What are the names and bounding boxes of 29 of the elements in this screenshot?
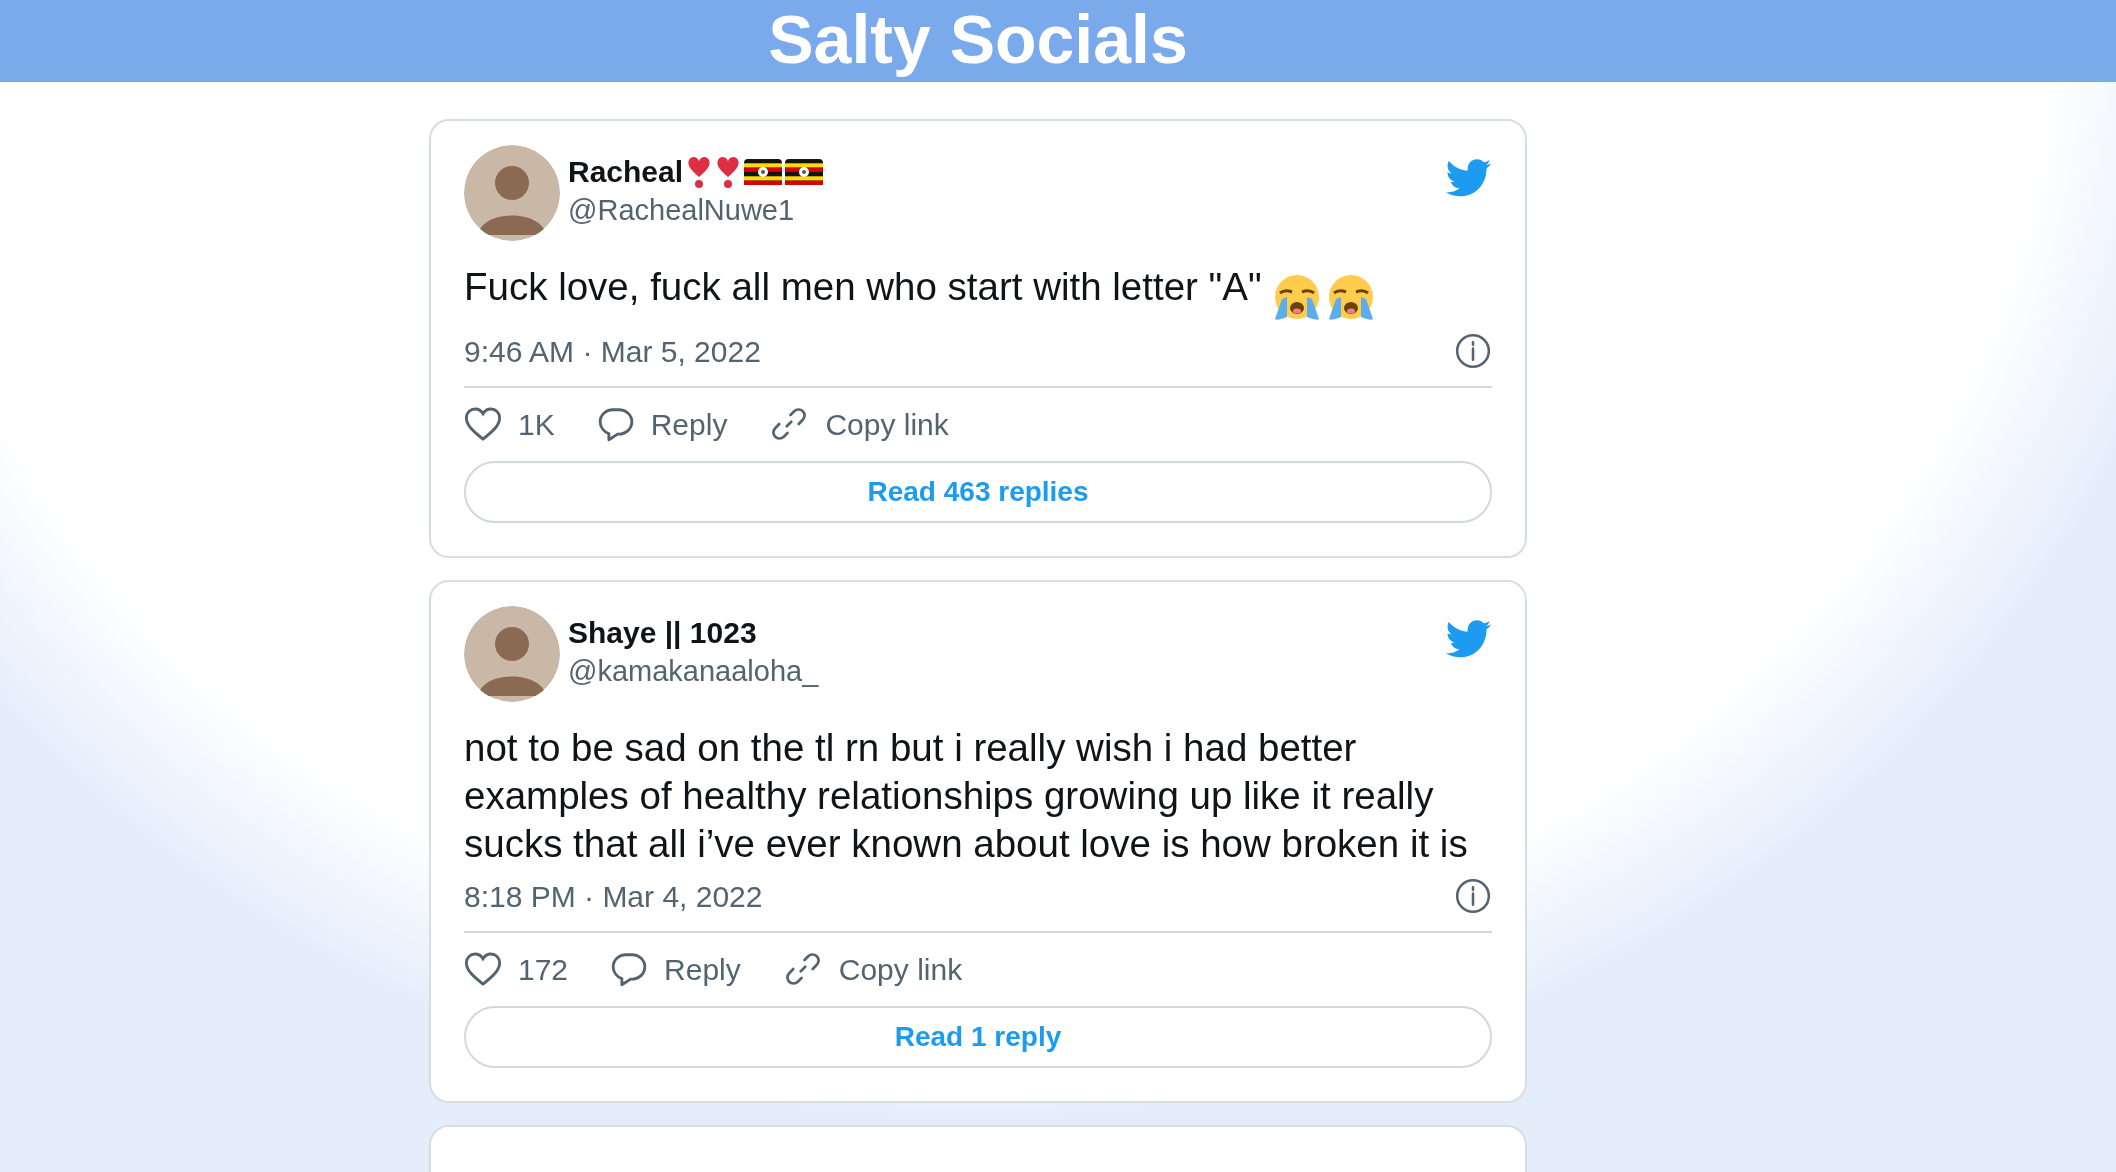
author-name: Racheal — [568, 154, 684, 190]
author-handle: @kamakanaaloha_ — [568, 653, 819, 689]
like-button[interactable]: 172 — [464, 946, 569, 992]
speech-bubble-icon — [596, 406, 635, 443]
tweet-text: not to be sad on the tl rn but i really wish i had better examples of healthy relationships growing up like it really sucks that all i’ve ever known about love is how broken it is — [464, 724, 1469, 867]
heart-exclamation-icon — [715, 155, 742, 189]
bird-icon — [1446, 619, 1492, 658]
like-button[interactable]: 1K — [464, 401, 555, 447]
tweet-text: Fuck love, fuck all men who start with letter "A" — [464, 263, 1492, 323]
reply-button[interactable]: Reply — [596, 401, 728, 447]
link-icon — [784, 951, 821, 988]
flag-icon — [785, 159, 824, 185]
copy-link-button[interactable]: Copy link — [771, 401, 949, 447]
link-icon — [771, 406, 808, 443]
tweet-timestamp: 8:18 PM · Mar 4, 2022 — [464, 878, 763, 915]
flag-icon — [744, 159, 783, 185]
heart-exclamation-icon — [686, 155, 713, 189]
site-title: Salty Socials — [768, 0, 1188, 79]
author-handle: @RachealNuwe1 — [568, 193, 796, 228]
author-name: Shaye || 1023 — [568, 614, 757, 651]
info-icon — [1454, 332, 1492, 371]
heart-icon — [464, 406, 502, 443]
tweet-timestamp: 9:46 AM · Mar 5, 2022 — [464, 333, 761, 370]
reply-button[interactable]: Reply — [610, 946, 741, 992]
info-icon — [1454, 877, 1492, 916]
heart-icon — [464, 951, 502, 988]
bird-icon — [1446, 159, 1492, 197]
copy-link-button[interactable]: Copy link — [784, 946, 963, 992]
speech-bubble-icon — [610, 951, 649, 988]
